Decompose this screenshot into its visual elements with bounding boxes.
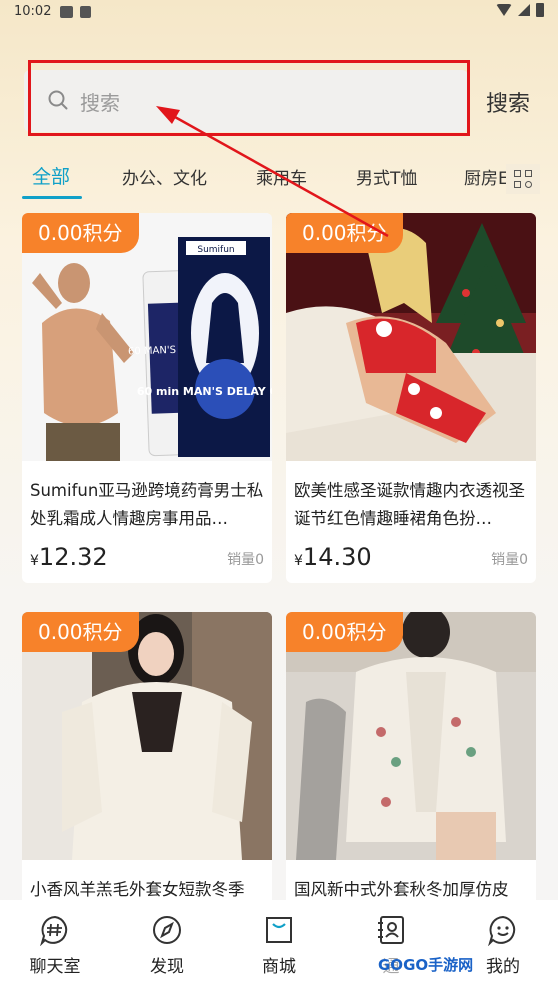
battery-icon xyxy=(536,3,544,17)
points-badge: 0.00积分 xyxy=(286,213,403,253)
tab-kitchen[interactable]: 厨房E xyxy=(464,164,509,189)
points-badge: 0.00积分 xyxy=(22,213,139,253)
contacts-icon xyxy=(378,916,404,944)
active-tab-indicator xyxy=(22,196,82,199)
watermark-logo: GOGO手游网 xyxy=(370,950,482,980)
product-image: 0.00积分 xyxy=(22,612,272,860)
sales-count: 销量0 xyxy=(227,552,264,568)
nav-label: 商城 xyxy=(262,957,296,977)
product-title: Sumifun亚马逊跨境药膏男士私处乳霜成人情趣房事用品… xyxy=(30,481,264,528)
wifi-icon xyxy=(496,4,512,16)
tab-mens-tshirt[interactable]: 男式T恤 xyxy=(356,164,417,189)
nav-discover[interactable]: 发现 xyxy=(122,914,212,977)
product-card[interactable]: 0.00积分 小香风羊羔毛外套女短款冬季 xyxy=(22,612,272,912)
search-input[interactable]: 搜索 xyxy=(24,70,468,132)
box-delay-label: 60 min MAN'S DELAY CREAM xyxy=(137,385,272,398)
price-currency: ¥ xyxy=(30,553,39,569)
tab-office-culture[interactable]: 办公、文化 xyxy=(122,164,207,189)
nav-mall[interactable]: 商城 xyxy=(234,914,324,977)
search-placeholder: 搜索 xyxy=(80,91,120,115)
compass-icon xyxy=(153,916,181,944)
tab-passenger-car[interactable]: 乘用车 xyxy=(256,164,307,189)
hash-chat-icon xyxy=(40,915,68,946)
price-value: 12.32 xyxy=(38,543,108,571)
search-button[interactable]: 搜索 xyxy=(486,86,530,118)
product-card[interactable]: 0.00积分 欧美性感圣诞款情趣内衣透视圣诞节红色情趣睡裙角色扮… ¥14.30… xyxy=(286,213,536,583)
product-price: ¥14.30 xyxy=(294,543,372,571)
shopping-bag-icon xyxy=(266,917,292,943)
product-price: ¥12.32 xyxy=(30,543,108,571)
smile-chat-icon xyxy=(488,915,516,946)
product-title: 欧美性感圣诞款情趣内衣透视圣诞节红色情趣睡裙角色扮… xyxy=(294,481,525,528)
tab-all[interactable]: 全部 xyxy=(32,162,70,189)
all-categories-grid-icon[interactable] xyxy=(506,164,540,194)
product-image: 0.00积分 xyxy=(286,612,536,860)
nav-label: 聊天室 xyxy=(29,957,81,977)
points-badge: 0.00积分 xyxy=(286,612,403,652)
signal-icon xyxy=(518,4,530,16)
category-tabs: 全部 办公、文化 乘用车 男式T恤 厨房E xyxy=(0,160,558,200)
nav-label: 发现 xyxy=(150,957,184,977)
gallery-notification-icon xyxy=(60,6,73,18)
status-bar: 10:02 xyxy=(0,0,558,26)
app-notification-icon xyxy=(80,6,91,18)
app-screen: 10:02 搜索 搜索 全部 办公、文化 乘用车 男式T恤 厨房E 60 MAN… xyxy=(0,0,558,992)
product-image: 60 MAN'S DELAY Sumifun 60 min MAN'S DELA… xyxy=(22,213,272,461)
points-badge: 0.00积分 xyxy=(22,612,139,652)
nav-chatroom[interactable]: 聊天室 xyxy=(10,914,100,977)
status-indicators xyxy=(496,3,544,17)
product-image: 0.00积分 xyxy=(286,213,536,461)
price-currency: ¥ xyxy=(294,553,303,569)
product-card[interactable]: 0.00积分 国风新中式外套秋冬加厚仿皮 xyxy=(286,612,536,912)
product-card[interactable]: 60 MAN'S DELAY Sumifun 60 min MAN'S DELA… xyxy=(22,213,272,583)
status-time: 10:02 xyxy=(14,4,52,19)
sales-count: 销量0 xyxy=(491,552,528,568)
price-value: 14.30 xyxy=(302,543,372,571)
search-icon xyxy=(48,90,68,110)
box-brand-label: Sumifun xyxy=(197,245,234,255)
